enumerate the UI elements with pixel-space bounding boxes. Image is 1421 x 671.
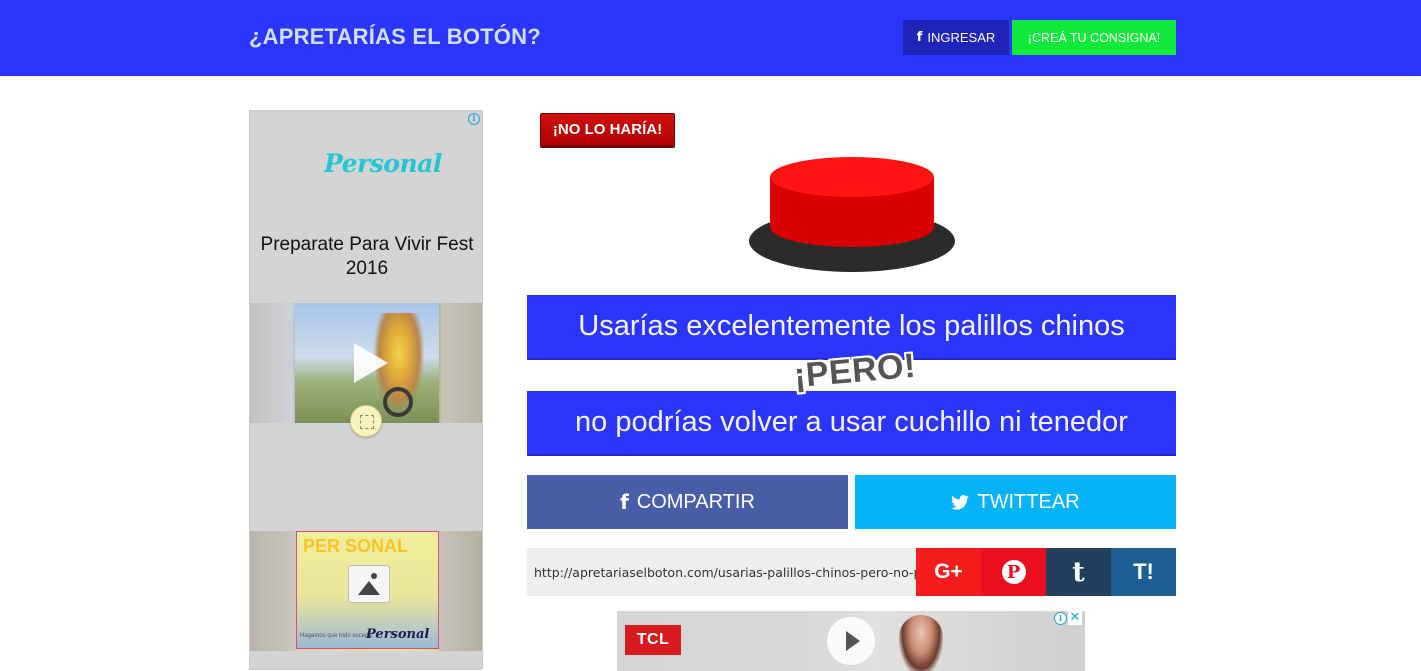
twitter-share-label: TWITTEAR [977,490,1080,513]
expand-icon[interactable] [350,405,382,437]
ad-brand-logo[interactable]: Personal [324,149,442,178]
play-icon[interactable] [354,343,388,383]
info-icon[interactable]: i [1054,612,1067,625]
ad-banner-headline: PER SONAL [303,536,409,556]
pinterest-button[interactable]: P [981,548,1046,596]
twitter-icon [951,494,970,510]
play-icon[interactable] [827,617,875,665]
login-button[interactable]: f INGRESAR [903,20,1009,55]
facebook-icon: f [916,30,923,45]
facebook-share-button[interactable]: f COMPARTIR [527,475,848,529]
ad-banner[interactable]: PER SONAL Hagamos que todo suceda. Perso… [250,531,482,651]
statement-option-1: Usarías excelentemente los palillos chin… [527,295,1176,360]
tuenti-button[interactable]: T! [1111,548,1176,596]
twitter-share-button[interactable]: TWITTEAR [855,475,1176,529]
ad-banner-fine-print: Hagamos que todo suceda. [300,633,374,639]
bottom-advertisement[interactable]: TCL i ✕ [617,611,1085,671]
verdict-badge: ¡NO LO HARÍA! [540,113,675,146]
create-prompt-button[interactable]: ¡CREÁ TU CONSIGNA! [1012,20,1176,55]
share-url-field[interactable]: http://apretariaselboton.com/usarias-pal… [527,548,916,596]
ad-motorcycle-wheel [383,387,413,417]
image-icon [348,565,390,603]
info-icon[interactable]: i [468,113,480,125]
big-red-button[interactable] [748,155,956,275]
pinterest-icon: P [1001,560,1026,584]
sidebar-advertisement[interactable]: i Personal Preparate Para Vivir Fest 201… [249,110,483,670]
login-label: INGRESAR [927,30,996,45]
top-navbar: ¿APRETARÍAS EL BOTÓN? f INGRESAR ¡CREÁ T… [0,0,1421,76]
site-title[interactable]: ¿APRETARÍAS EL BOTÓN? [249,24,541,50]
ad-person-image [899,615,943,671]
ad-brand-logo[interactable]: TCL [625,625,681,655]
facebook-icon: f [620,490,629,514]
ad-banner-logo: Personal [366,627,430,642]
statement-option-2: no podrías volver a usar cuchillo ni ten… [527,391,1176,456]
button-top [770,157,934,197]
close-icon[interactable]: ✕ [1068,611,1082,625]
tumblr-button[interactable]: t [1046,548,1111,596]
ad-headline[interactable]: Preparate Para Vivir Fest 2016 [250,233,482,281]
google-plus-button[interactable]: G+ [916,548,981,596]
facebook-share-label: COMPARTIR [636,490,755,513]
